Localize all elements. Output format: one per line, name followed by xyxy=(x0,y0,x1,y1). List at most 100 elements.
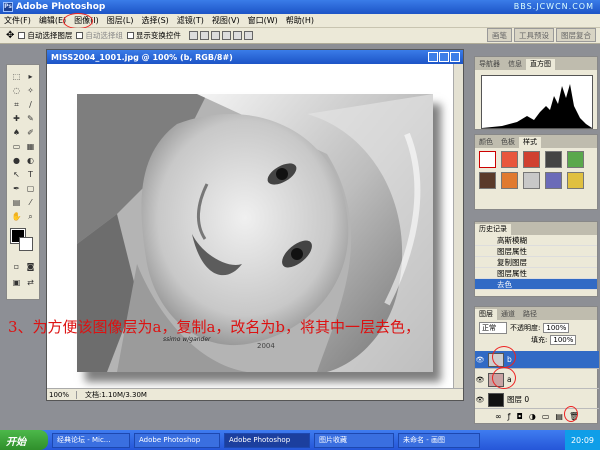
marquee-tool-icon[interactable]: ⬚ xyxy=(11,71,22,82)
menu-help[interactable]: 帮助(H) xyxy=(282,15,318,26)
opacity-field[interactable]: 100% xyxy=(543,323,570,333)
zoom-level[interactable]: 100% xyxy=(47,390,77,399)
tab-channels[interactable]: 通道 xyxy=(497,309,519,320)
crop-tool-icon[interactable]: ⌗ xyxy=(11,99,22,110)
notes-tool-icon[interactable]: ▤ xyxy=(11,197,22,208)
task-photoshop-2[interactable]: Adobe Photoshop xyxy=(224,432,310,448)
history-item[interactable]: 高斯模糊 xyxy=(475,235,597,246)
pen-tool-icon[interactable]: ✒ xyxy=(11,183,22,194)
gradient-tool-icon[interactable]: ▦ xyxy=(25,141,36,152)
eye-icon[interactable]: 👁 xyxy=(475,396,485,404)
background-color-swatch[interactable] xyxy=(19,237,33,251)
align-bottom-icon[interactable] xyxy=(210,31,220,40)
canvas[interactable]: ssimo w/gander 2004 xyxy=(47,64,455,388)
healing-tool-icon[interactable]: ✚ xyxy=(11,113,22,124)
menu-layer[interactable]: 图层(L) xyxy=(103,15,138,26)
task-pictures[interactable]: 图片收藏 xyxy=(314,432,394,448)
tab-paths[interactable]: 路径 xyxy=(519,309,541,320)
menu-file[interactable]: 文件(F) xyxy=(0,15,35,26)
style-swatch[interactable] xyxy=(545,151,562,168)
menu-filter[interactable]: 滤镜(T) xyxy=(173,15,208,26)
quick-mask-icon[interactable]: ◙ xyxy=(25,261,36,272)
align-top-icon[interactable] xyxy=(188,31,198,40)
show-transform-checkbox[interactable] xyxy=(126,32,134,39)
standard-mode-icon[interactable]: ▫ xyxy=(11,261,22,272)
tab-color[interactable]: 颜色 xyxy=(475,137,497,148)
new-layer-icon[interactable]: ▤ xyxy=(555,412,563,421)
auto-select-group-checkbox[interactable] xyxy=(76,32,84,39)
slice-tool-icon[interactable]: ∕ xyxy=(25,99,36,110)
style-swatch[interactable] xyxy=(523,172,540,189)
tab-styles[interactable]: 样式 xyxy=(519,137,541,148)
type-tool-icon[interactable]: T xyxy=(25,169,36,180)
eye-icon[interactable]: 👁 xyxy=(475,376,485,384)
blend-mode-select[interactable]: 正常 xyxy=(479,322,507,334)
mask-icon[interactable]: ◘ xyxy=(517,412,523,421)
task-photoshop-1[interactable]: Adobe Photoshop xyxy=(134,432,220,448)
eraser-tool-icon[interactable]: ▭ xyxy=(11,141,22,152)
auto-select-checkbox[interactable] xyxy=(18,32,26,39)
close-icon[interactable] xyxy=(450,52,460,62)
magic-wand-tool-icon[interactable]: ✧ xyxy=(25,85,36,96)
path-select-tool-icon[interactable]: ↖ xyxy=(11,169,22,180)
eye-icon[interactable]: 👁 xyxy=(475,356,485,364)
folder-icon[interactable]: ▭ xyxy=(542,412,550,421)
start-button[interactable]: 开始 xyxy=(0,430,48,450)
tab-layer-comps[interactable]: 图层复合 xyxy=(556,28,596,42)
minimize-icon[interactable] xyxy=(428,52,438,62)
history-item[interactable]: 图层属性 xyxy=(475,268,597,279)
task-paint[interactable]: 未命名 - 画图 xyxy=(398,432,480,448)
hand-tool-icon[interactable]: ✋ xyxy=(11,211,22,222)
move-tool-icon[interactable]: ✥ xyxy=(6,30,14,41)
tab-info[interactable]: 信息 xyxy=(504,59,526,70)
lasso-tool-icon[interactable]: ◌ xyxy=(11,85,22,96)
tab-history[interactable]: 历史记录 xyxy=(475,224,511,235)
style-swatch[interactable] xyxy=(567,151,584,168)
screen-mode-icon[interactable]: ▣ xyxy=(11,277,22,288)
tab-layers[interactable]: 图层 xyxy=(475,309,497,320)
jump-to-imageready-icon[interactable]: ⇄ xyxy=(25,277,36,288)
history-item[interactable]: 复制图层 xyxy=(475,257,597,268)
zoom-tool-icon[interactable]: ⌕ xyxy=(25,211,36,222)
blur-tool-icon[interactable]: ● xyxy=(11,155,22,166)
layer-style-icon[interactable]: ƒ xyxy=(508,412,511,421)
task-forum[interactable]: 经典论坛 - Mic... xyxy=(52,432,130,448)
style-swatch[interactable] xyxy=(567,172,584,189)
style-swatch[interactable] xyxy=(545,172,562,189)
show-transform-label: 显示变换控件 xyxy=(135,31,181,40)
tab-tool-presets[interactable]: 工具预设 xyxy=(514,28,554,42)
maximize-icon[interactable] xyxy=(439,52,449,62)
fill-field[interactable]: 100% xyxy=(550,335,577,345)
style-swatch[interactable] xyxy=(523,151,540,168)
tab-navigator[interactable]: 导航器 xyxy=(475,59,504,70)
style-none[interactable] xyxy=(479,151,496,168)
style-swatch[interactable] xyxy=(501,151,518,168)
link-icon[interactable]: ∞ xyxy=(495,412,502,421)
align-middle-icon[interactable] xyxy=(199,31,209,40)
align-left-icon[interactable] xyxy=(221,31,231,40)
watermark: BBS.JCWCN.COM xyxy=(513,2,594,11)
menu-view[interactable]: 视图(V) xyxy=(208,15,244,26)
new-layer-highlight-circle xyxy=(564,406,578,422)
eyedropper-tool-icon[interactable]: ⁄ xyxy=(25,197,36,208)
stamp-tool-icon[interactable]: ♠ xyxy=(11,127,22,138)
dodge-tool-icon[interactable]: ◐ xyxy=(25,155,36,166)
menu-select[interactable]: 选择(S) xyxy=(137,15,172,26)
history-brush-tool-icon[interactable]: ✐ xyxy=(25,127,36,138)
align-right-icon[interactable] xyxy=(243,31,253,40)
tab-swatches[interactable]: 色板 xyxy=(497,137,519,148)
vertical-scrollbar[interactable] xyxy=(453,64,463,388)
style-swatch[interactable] xyxy=(479,172,496,189)
shape-tool-icon[interactable]: ▢ xyxy=(25,183,36,194)
menu-window[interactable]: 窗口(W) xyxy=(244,15,282,26)
adjustment-icon[interactable]: ◑ xyxy=(529,412,536,421)
layer-row-0[interactable]: 👁 图层 0 xyxy=(475,391,599,409)
brush-tool-icon[interactable]: ✎ xyxy=(25,113,36,124)
history-item[interactable]: 图层属性 xyxy=(475,246,597,257)
history-item-selected[interactable]: 去色 xyxy=(475,279,597,290)
tab-histogram[interactable]: 直方图 xyxy=(526,59,555,70)
tab-brushes[interactable]: 画笔 xyxy=(487,28,512,42)
align-center-icon[interactable] xyxy=(232,31,242,40)
style-swatch[interactable] xyxy=(501,172,518,189)
move-tool-icon[interactable]: ▸ xyxy=(25,71,36,82)
